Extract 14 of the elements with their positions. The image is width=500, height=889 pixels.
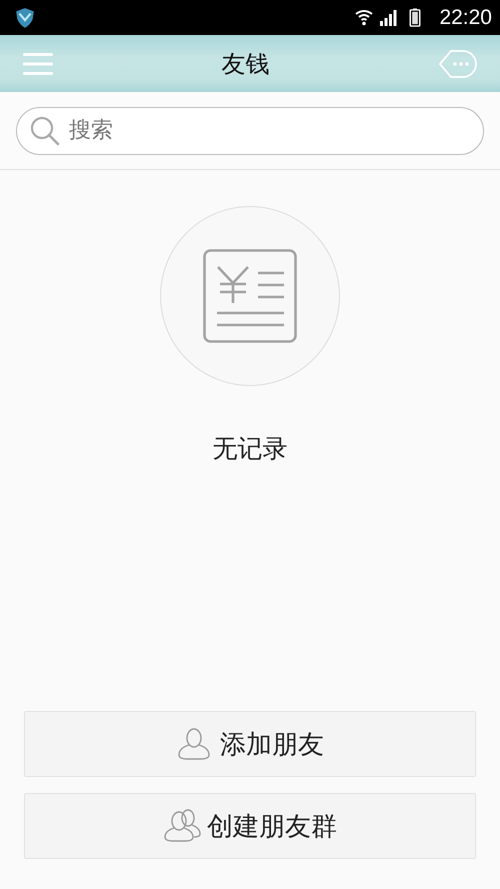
more-icon[interactable]	[438, 48, 478, 78]
empty-message: 无记录	[212, 433, 288, 465]
search-field[interactable]: 搜索	[16, 106, 484, 154]
status-time: 22:20	[439, 6, 492, 30]
people-icon	[163, 808, 203, 844]
screen-title: 友钱	[220, 48, 270, 80]
create-group-button[interactable]: 创建朋友群	[24, 793, 476, 859]
menu-icon[interactable]	[23, 52, 53, 76]
battery-icon	[409, 8, 422, 27]
wifi-icon	[355, 8, 374, 26]
receipt-icon	[203, 249, 297, 343]
add-friend-button[interactable]: 添加朋友	[24, 711, 476, 777]
shield-icon	[14, 6, 36, 28]
signal-icon	[379, 8, 398, 26]
